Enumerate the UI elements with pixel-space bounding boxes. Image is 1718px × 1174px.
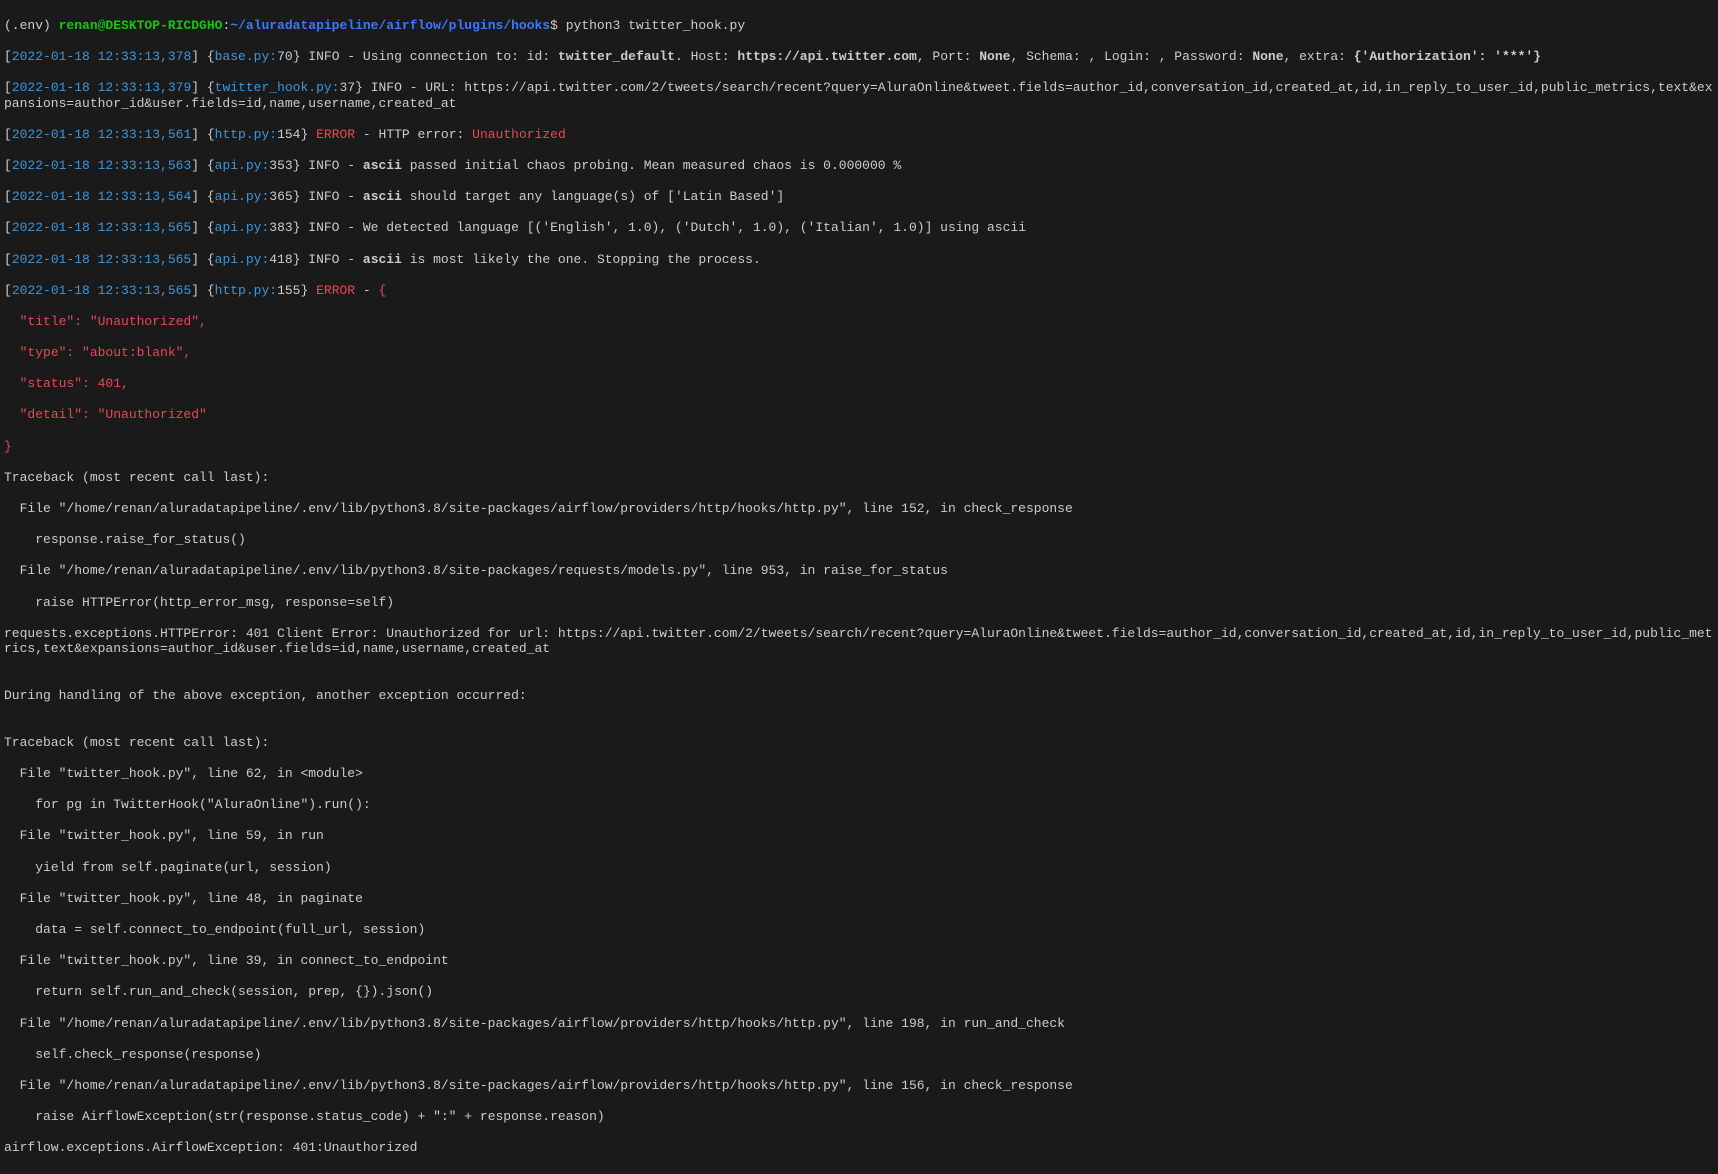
json-line: } <box>4 439 1714 455</box>
traceback-line: Traceback (most recent call last): <box>4 735 1714 751</box>
user-host: renan@DESKTOP-RICDGHO <box>59 18 223 33</box>
traceback-line: data = self.connect_to_endpoint(full_url… <box>4 922 1714 938</box>
traceback-line: yield from self.paginate(url, session) <box>4 860 1714 876</box>
json-line: "type": "about:blank", <box>4 345 1714 361</box>
traceback-line: File "/home/renan/aluradatapipeline/.env… <box>4 1078 1714 1094</box>
command: python3 twitter_hook.py <box>566 18 745 33</box>
json-line: "title": "Unauthorized", <box>4 314 1714 330</box>
log-line: [2022-01-18 12:33:13,565] {api.py:383} I… <box>4 220 1714 236</box>
log-line: [2022-01-18 12:33:13,379] {twitter_hook.… <box>4 80 1714 111</box>
traceback-line: return self.run_and_check(session, prep,… <box>4 984 1714 1000</box>
traceback-line: response.raise_for_status() <box>4 532 1714 548</box>
traceback-line: for pg in TwitterHook("AluraOnline").run… <box>4 797 1714 813</box>
log-line: [2022-01-18 12:33:13,565] {api.py:418} I… <box>4 252 1714 268</box>
traceback-line: File "twitter_hook.py", line 62, in <mod… <box>4 766 1714 782</box>
log-line: [2022-01-18 12:33:13,563] {api.py:353} I… <box>4 158 1714 174</box>
traceback-line: self.check_response(response) <box>4 1047 1714 1063</box>
log-line: [2022-01-18 12:33:13,378] {base.py:70} I… <box>4 49 1714 65</box>
log-line-error: [2022-01-18 12:33:13,565] {http.py:155} … <box>4 283 1714 299</box>
json-line: "status": 401, <box>4 376 1714 392</box>
env: (.env) <box>4 18 59 33</box>
log-line-error: [2022-01-18 12:33:13,561] {http.py:154} … <box>4 127 1714 143</box>
traceback-line: During handling of the above exception, … <box>4 688 1714 704</box>
traceback-line: Traceback (most recent call last): <box>4 470 1714 486</box>
terminal-output[interactable]: (.env) renan@DESKTOP-RICDGHO:~/aluradata… <box>0 0 1718 1174</box>
traceback-line: File "/home/renan/aluradatapipeline/.env… <box>4 501 1714 517</box>
traceback-line: raise AirflowException(str(response.stat… <box>4 1109 1714 1125</box>
traceback-line: raise HTTPError(http_error_msg, response… <box>4 595 1714 611</box>
json-line: "detail": "Unauthorized" <box>4 407 1714 423</box>
cwd: ~/aluradatapipeline/airflow/plugins/hook… <box>230 18 550 33</box>
traceback-line: requests.exceptions.HTTPError: 401 Clien… <box>4 626 1714 657</box>
traceback-line: airflow.exceptions.AirflowException: 401… <box>4 1140 1714 1156</box>
prompt-line: (.env) renan@DESKTOP-RICDGHO:~/aluradata… <box>4 18 1714 34</box>
traceback-line: File "/home/renan/aluradatapipeline/.env… <box>4 1016 1714 1032</box>
traceback-line: File "twitter_hook.py", line 59, in run <box>4 828 1714 844</box>
traceback-line: File "twitter_hook.py", line 48, in pagi… <box>4 891 1714 907</box>
traceback-line: File "twitter_hook.py", line 39, in conn… <box>4 953 1714 969</box>
log-line: [2022-01-18 12:33:13,564] {api.py:365} I… <box>4 189 1714 205</box>
traceback-line: File "/home/renan/aluradatapipeline/.env… <box>4 563 1714 579</box>
